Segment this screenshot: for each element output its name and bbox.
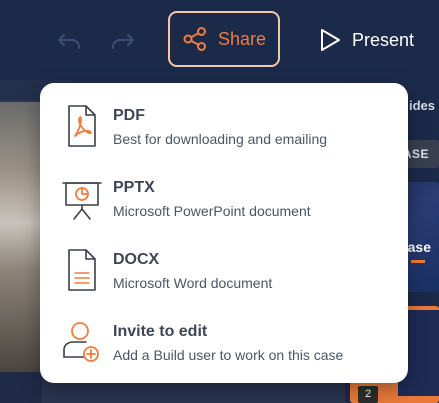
document-file-icon [62, 247, 102, 293]
share-icon [182, 26, 208, 52]
presentation-editor: Share Present ides ASE ase 2 PDF Best fo… [0, 0, 439, 403]
slides-panel-title: ides [408, 98, 435, 113]
undo-icon[interactable] [55, 26, 83, 54]
present-label: Present [352, 29, 415, 50]
slide-number-badge: 2 [358, 386, 378, 403]
pdf-file-icon [62, 103, 102, 149]
share-option-pptx[interactable]: PPTX Microsoft PowerPoint document [40, 165, 408, 231]
share-option-invite[interactable]: Invite to edit Add a Build user to work … [40, 309, 408, 375]
presentation-easel-icon [62, 175, 102, 221]
present-button[interactable]: Present [318, 24, 414, 56]
share-option-description: Best for downloading and emailing [113, 131, 328, 147]
slide-thumbnail-accent [411, 260, 425, 263]
add-user-icon [62, 319, 102, 365]
slide-thumbnail-text: ase [407, 239, 431, 255]
share-option-pdf[interactable]: PDF Best for downloading and emailing [40, 93, 408, 159]
play-icon [318, 27, 342, 53]
share-option-title: PDF [113, 107, 145, 124]
canvas-footer [0, 372, 42, 403]
current-slide-image [0, 102, 42, 372]
share-option-title: Invite to edit [113, 323, 208, 340]
redo-icon[interactable] [109, 26, 137, 54]
share-option-description: Add a Build user to work on this case [113, 347, 344, 363]
share-option-docx[interactable]: DOCX Microsoft Word document [40, 237, 408, 303]
share-button[interactable]: Share [168, 11, 280, 67]
share-option-title: DOCX [113, 251, 160, 268]
share-option-description: Microsoft Word document [113, 275, 273, 291]
share-option-description: Microsoft PowerPoint document [113, 203, 311, 219]
share-label: Share [218, 28, 267, 49]
share-dropdown-menu: PDF Best for downloading and emailing PP… [40, 83, 408, 383]
share-option-title: PPTX [113, 179, 155, 196]
top-toolbar: Share Present [0, 0, 439, 80]
